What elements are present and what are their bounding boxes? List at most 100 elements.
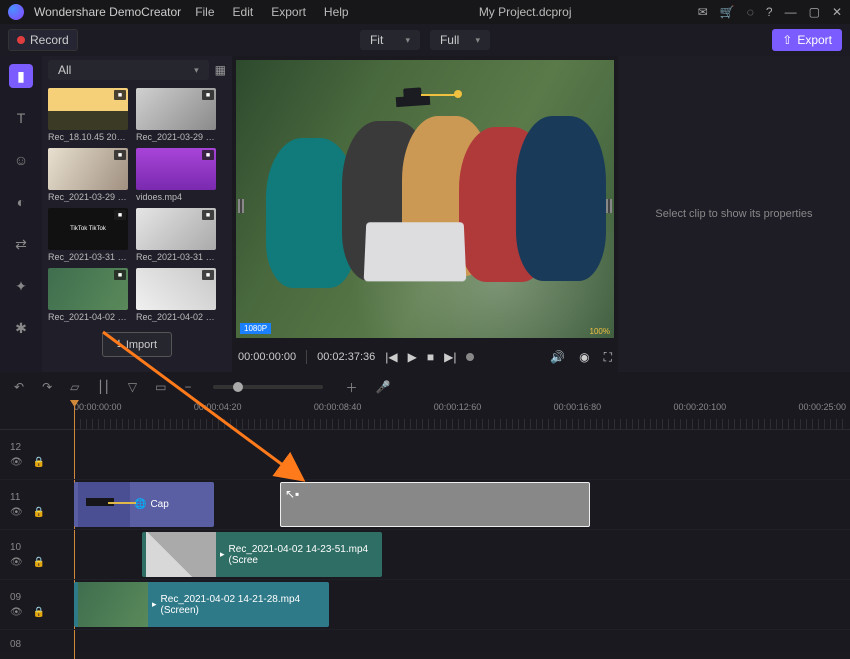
redo-button[interactable]: ↷ [42, 380, 52, 394]
menu-file[interactable]: File [191, 3, 218, 21]
preview-canvas[interactable]: 1080P 100% [236, 60, 614, 338]
play-button[interactable]: ▶ [408, 350, 417, 364]
track-row: 12 👁 🔒 [0, 430, 850, 480]
media-clip[interactable]: ■ Rec_2021-03-29 09... [48, 148, 128, 202]
media-clip[interactable]: ■ Rec_18.10.45 2021... [48, 88, 128, 142]
globe-icon: 🌐 [134, 499, 146, 510]
record-button[interactable]: Record [8, 29, 78, 51]
fit-dropdown[interactable]: Fit ▾ [360, 30, 420, 50]
media-filter-dropdown[interactable]: All ▾ [48, 60, 209, 80]
track-body[interactable]: ▸ Rec_2021-04-02 14-23-51.mp4 (Scree [74, 530, 850, 579]
loop-toggle[interactable] [466, 353, 474, 361]
stickers-tab-icon[interactable]: ☺ [9, 148, 33, 172]
video-badge-icon: ■ [114, 210, 126, 220]
volume-icon[interactable]: 🔊 [550, 350, 565, 365]
track-number: 08 [10, 639, 26, 650]
marker-button[interactable]: ▽ [128, 380, 137, 394]
clip-name: Rec_2021-03-29 09... [136, 132, 216, 142]
timeline-clip[interactable]: ▸ Rec_2021-04-02 14-21-28.mp4 (Screen) [74, 582, 329, 627]
track-number: 10 [10, 542, 26, 553]
video-badge-icon: ■ [202, 270, 214, 280]
media-tab-icon[interactable]: ▮ [9, 64, 33, 88]
tracks: 12 👁 🔒 11 👁 🔒 [0, 430, 850, 653]
export-button[interactable]: ⇧ Export [772, 29, 842, 51]
media-clip[interactable]: ■ Rec_2021-03-31 16... [136, 208, 216, 262]
timeline-clip-cap[interactable]: 🌐 Cap [74, 482, 214, 527]
media-clip[interactable]: ■ Rec_2021-03-31 14... [48, 208, 128, 262]
record-dot-icon [17, 36, 25, 44]
track-lock-icon[interactable]: 🔒 [33, 457, 45, 468]
track-lock-icon[interactable]: 🔒 [33, 607, 45, 618]
clip-label: Rec_2021-04-02 14-23-51.mp4 (Scree [229, 544, 382, 566]
time-total: 00:02:37:36 [317, 351, 375, 363]
video-badge-icon: ■ [114, 270, 126, 280]
track-number: 09 [10, 592, 26, 603]
media-clip[interactable]: ■ Rec_2021-03-29 09... [136, 88, 216, 142]
account-icon[interactable]: ◌ [747, 5, 754, 19]
effects-tab-icon[interactable]: ✦ [9, 274, 33, 298]
stop-button[interactable]: ■ [427, 350, 434, 364]
track-number: 12 [10, 442, 26, 453]
track-visibility-icon[interactable]: 👁 [10, 457, 23, 468]
next-frame-button[interactable]: ▶| [444, 350, 456, 364]
zoom-in-icon[interactable]: ＋ [345, 379, 357, 396]
undo-button[interactable]: ↶ [14, 380, 24, 394]
export-label: Export [797, 33, 832, 47]
transitions-tab-icon[interactable]: ⇄ [9, 232, 33, 256]
track-body[interactable]: 🌐 Cap ↖▪ [74, 480, 850, 529]
split-button[interactable]: ⎮⎮ [97, 380, 110, 394]
video-badge-icon: ■ [114, 90, 126, 100]
import-button[interactable]: ⭳ Import [102, 332, 172, 357]
menu-edit[interactable]: Edit [229, 3, 258, 21]
zoom-out-icon[interactable]: − [184, 380, 191, 394]
track-row: 08 [0, 630, 850, 653]
aspect-button[interactable]: ▭ [155, 380, 166, 394]
import-icon: ⭳ [117, 335, 121, 354]
mic-icon[interactable]: 🎤 [375, 380, 390, 394]
track-visibility-icon[interactable]: 👁 [10, 507, 23, 518]
cursor-icon: ↖▪ [285, 487, 299, 501]
grid-view-icon[interactable]: ▦ [215, 63, 226, 77]
timeline-clip[interactable]: ▸ Rec_2021-04-02 14-23-51.mp4 (Scree [142, 532, 382, 577]
timeline-drop-target[interactable]: ↖▪ [280, 482, 590, 527]
clip-name: Rec_2021-03-31 14... [48, 252, 128, 262]
cursor-tab-icon[interactable]: ✱ [9, 316, 33, 340]
media-filter-label: All [58, 63, 71, 77]
cap-annotation-icon [78, 482, 130, 527]
cart-icon[interactable]: 🛒 [720, 5, 735, 19]
video-badge-icon: ■ [202, 150, 214, 160]
crop-button[interactable]: ▱ [70, 380, 79, 394]
track-visibility-icon[interactable]: 👁 [10, 557, 23, 568]
clip-name: Rec_2021-03-29 09... [48, 192, 128, 202]
menu-export[interactable]: Export [267, 3, 310, 21]
help-icon[interactable]: ? [766, 5, 773, 19]
mail-icon[interactable]: ✉ [698, 5, 708, 19]
track-body[interactable] [74, 630, 850, 653]
media-clip[interactable]: ■ Rec_2021-04-02 14... [48, 268, 128, 322]
full-label: Full [440, 33, 459, 47]
timeline-ruler[interactable]: 00:00:00:00 00:00:04:20 00:00:08:40 00:0… [0, 402, 850, 430]
track-visibility-icon[interactable]: 👁 [10, 607, 23, 618]
window-close[interactable]: ✕ [832, 5, 842, 19]
window-restore[interactable]: ▢ [809, 5, 820, 19]
video-icon: ▸ [220, 549, 225, 560]
fullscreen-icon[interactable]: ⛶ [604, 350, 612, 365]
track-lock-icon[interactable]: 🔒 [33, 557, 45, 568]
media-clip[interactable]: ■ vidoes.mp4 [136, 148, 216, 202]
full-dropdown[interactable]: Full ▾ [430, 30, 490, 50]
prev-frame-button[interactable]: |◀ [385, 350, 397, 364]
track-lock-icon[interactable]: 🔒 [33, 507, 45, 518]
zoom-slider[interactable] [213, 385, 323, 389]
clip-name: Rec_18.10.45 2021... [48, 132, 128, 142]
time-current: 00:00:00:00 [238, 351, 296, 363]
snapshot-icon[interactable]: ◉ [579, 350, 589, 365]
media-clip[interactable]: ■ Rec_2021-04-02 14... [136, 268, 216, 322]
menu-help[interactable]: Help [320, 3, 353, 21]
import-label: Import [126, 339, 157, 351]
window-minimize[interactable]: — [785, 5, 797, 19]
globe-tab-icon[interactable]: ◐ [9, 190, 33, 214]
track-body[interactable]: ▸ Rec_2021-04-02 14-21-28.mp4 (Screen) [74, 580, 850, 629]
track-body[interactable] [74, 430, 850, 479]
clip-thumbnail [78, 582, 148, 627]
text-tab-icon[interactable]: T [9, 106, 33, 130]
